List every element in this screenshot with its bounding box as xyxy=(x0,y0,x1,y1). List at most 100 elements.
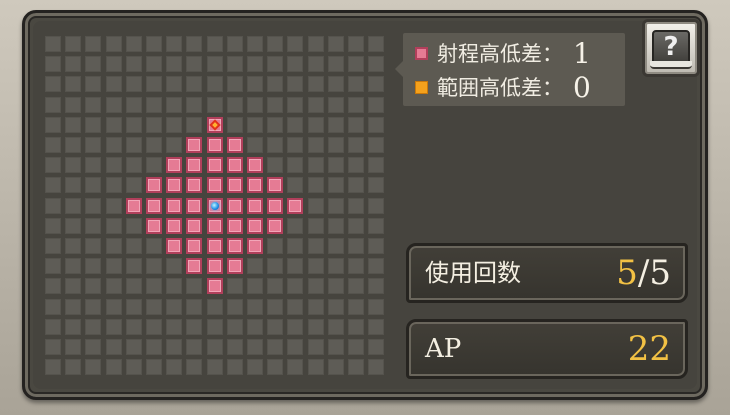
grid-cell xyxy=(45,339,61,355)
grid-cell xyxy=(327,238,344,254)
range-cell xyxy=(247,177,263,194)
grid-cell xyxy=(65,96,82,113)
range-cell xyxy=(206,278,223,295)
range-cell xyxy=(247,217,263,234)
grid-cell xyxy=(65,137,82,153)
grid-cell xyxy=(125,157,142,174)
grid-cell xyxy=(307,217,324,234)
grid-cell xyxy=(105,318,122,335)
grid-cell xyxy=(125,318,142,335)
grid-cell xyxy=(267,278,284,295)
grid-cell xyxy=(85,96,102,113)
grid-cell xyxy=(287,258,304,275)
grid-cell xyxy=(186,318,203,335)
grid-cell xyxy=(226,36,243,52)
grid-cell xyxy=(226,359,243,376)
grid-cell xyxy=(186,56,203,73)
grid-cell xyxy=(267,238,284,254)
range-cell xyxy=(166,197,183,214)
grid-cell xyxy=(125,96,142,113)
grid-cell xyxy=(368,298,385,315)
grid-cell xyxy=(65,197,82,214)
range-cell xyxy=(247,157,263,174)
ap-label: AP xyxy=(425,334,462,364)
grid-cell xyxy=(125,339,142,355)
help-button[interactable]: ? xyxy=(642,19,700,77)
range-cell xyxy=(226,137,243,153)
grid-cell xyxy=(85,278,102,295)
ap-box: AP 22 xyxy=(406,319,688,379)
grid-cell xyxy=(105,197,122,214)
grid-cell xyxy=(307,359,324,376)
grid-cell xyxy=(85,157,102,174)
grid-cell xyxy=(206,318,223,335)
grid-cell xyxy=(368,238,385,254)
grid-cell xyxy=(85,137,102,153)
grid-cell xyxy=(247,56,263,73)
grid-cell xyxy=(327,217,344,234)
range-cell xyxy=(146,197,162,214)
grid-cell xyxy=(45,278,61,295)
grid-cell xyxy=(287,56,304,73)
grid-cell xyxy=(166,298,183,315)
grid-cell xyxy=(327,76,344,93)
grid-cell xyxy=(368,96,385,113)
uses-label: 使用回数 xyxy=(425,259,521,287)
help-book-page xyxy=(650,61,692,69)
grid-cell xyxy=(226,96,243,113)
grid-cell xyxy=(327,339,344,355)
grid-cell xyxy=(166,96,183,113)
grid-cell xyxy=(45,238,61,254)
range-cell xyxy=(247,238,263,254)
grid-cell xyxy=(125,36,142,52)
grid-cell xyxy=(348,217,364,234)
grid-cell xyxy=(247,116,263,133)
grid-cell xyxy=(166,116,183,133)
grid-cell xyxy=(348,197,364,214)
grid-cell xyxy=(85,76,102,93)
grid-cell xyxy=(287,157,304,174)
grid-cell xyxy=(287,96,304,113)
range-cell xyxy=(267,197,284,214)
grid-cell xyxy=(247,318,263,335)
grid-cell xyxy=(368,177,385,194)
grid-cell xyxy=(146,298,162,315)
grid-cell xyxy=(327,298,344,315)
range-cell xyxy=(226,217,243,234)
grid-cell xyxy=(105,238,122,254)
grid-cell xyxy=(327,177,344,194)
grid-cell xyxy=(348,177,364,194)
range-cell xyxy=(186,258,203,275)
grid-cell xyxy=(327,197,344,214)
uses-separator: / xyxy=(637,253,650,293)
grid-cell xyxy=(307,157,324,174)
range-cell xyxy=(125,197,142,214)
grid-cell xyxy=(65,298,82,315)
grid-cell xyxy=(247,359,263,376)
grid-cell xyxy=(105,258,122,275)
grid-cell xyxy=(327,258,344,275)
grid-cell xyxy=(125,278,142,295)
grid-cell xyxy=(85,217,102,234)
grid-cell xyxy=(327,96,344,113)
grid-cell xyxy=(146,137,162,153)
grid-cell xyxy=(226,116,243,133)
grid-cell xyxy=(348,318,364,335)
grid-cell xyxy=(307,177,324,194)
grid-cell xyxy=(327,318,344,335)
grid-cell xyxy=(85,197,102,214)
legend-range-label: 射程高低差： xyxy=(437,42,563,66)
grid-cell xyxy=(125,116,142,133)
grid-cell xyxy=(307,197,324,214)
grid-cell xyxy=(65,56,82,73)
range-cell xyxy=(206,157,223,174)
grid-cell xyxy=(287,116,304,133)
range-cell xyxy=(206,137,223,153)
grid-cell xyxy=(348,76,364,93)
grid-cell xyxy=(65,217,82,234)
legend-area-row: 範囲高低差： 0 xyxy=(415,71,591,104)
grid-cell xyxy=(368,217,385,234)
grid-cell xyxy=(247,36,263,52)
grid-cell xyxy=(146,339,162,355)
uses-value: 5/5 xyxy=(616,246,671,300)
